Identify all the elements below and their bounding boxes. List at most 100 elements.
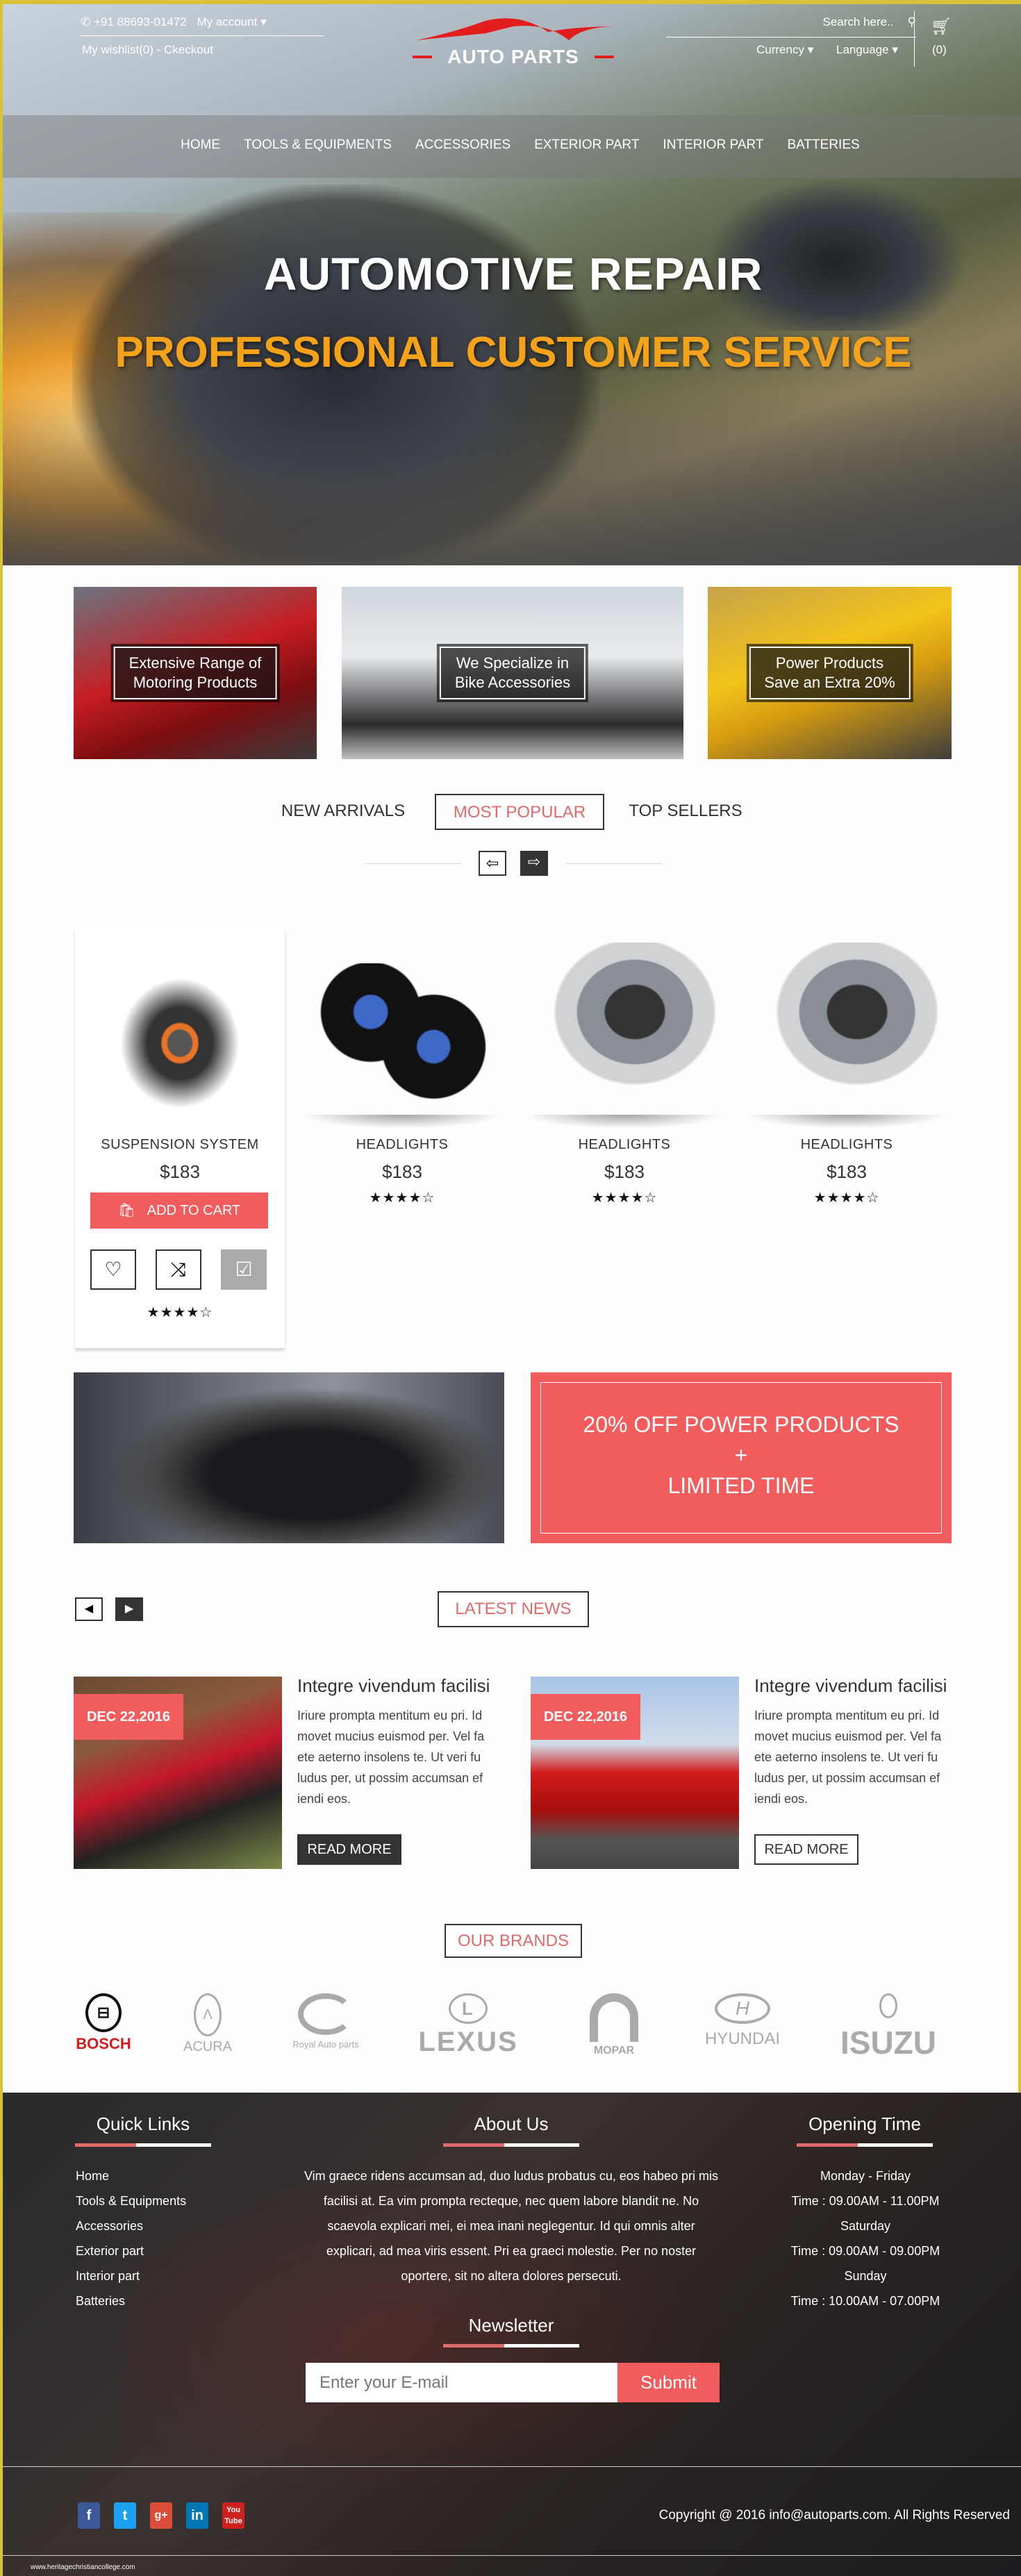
footer-link[interactable]: Tools & Equipments (76, 2188, 186, 2213)
opening-hours-list: Monday - Friday Time : 09.00AM - 11.00PM S… (781, 2163, 950, 2313)
tab-most-popular[interactable]: MOST POPULAR (435, 794, 604, 830)
quick-view-check-icon[interactable]: ☑ (221, 1249, 267, 1290)
product-name[interactable]: HEADLIGHTS (520, 1137, 729, 1153)
read-more-button[interactable]: READ MORE (754, 1834, 858, 1865)
product-card[interactable]: SUSPENSION SYSTEM $183 🛍︎ ADD TO CART ♡ … (75, 929, 285, 1348)
brand-logo-lexus[interactable]: L LEXUS (402, 1993, 534, 2063)
divider (565, 863, 663, 864)
hero-title: AUTOMOTIVE REPAIR (263, 248, 763, 299)
sports-car-banner[interactable] (74, 1372, 504, 1543)
divider (364, 863, 461, 864)
add-to-cart-label: ADD TO CART (147, 1203, 241, 1218)
news-image-motorcycle[interactable]: DEC 22,2016 (74, 1677, 282, 1869)
quick-links-heading: Quick Links (96, 2113, 190, 2134)
my-account-label: My account (197, 15, 258, 28)
product-name[interactable]: SUSPENSION SYSTEM (75, 1137, 285, 1153)
news-text: Iriure prompta mentitum eu pri. Id movet… (754, 1709, 942, 1806)
tab-top-sellers[interactable]: TOP SELLERS (621, 794, 750, 830)
product-price: $183 (160, 1161, 200, 1182)
product-card[interactable]: HEADLIGHTS $183 ★★★★☆ (742, 929, 952, 1348)
promo-power[interactable]: Power Products Save an Extra 20% (708, 587, 952, 759)
heading-underline (443, 2344, 579, 2348)
opening-hours-line: Saturday (840, 2219, 891, 2233)
about-us-text: Vim graece ridens accumsan ad, duo ludus… (304, 2169, 718, 2283)
brand-logo-bosch[interactable]: ⊟ BOSCH (72, 1993, 135, 2063)
opening-hours-line: Time : 09.00AM - 09.00PM (790, 2244, 940, 2258)
currency-label: Currency (756, 43, 804, 56)
linkedin-icon[interactable]: in (186, 2502, 208, 2529)
news-title[interactable]: Integre vivendum facilisi (297, 1675, 490, 1697)
opening-hours-line: Time : 09.00AM - 11.00PM (791, 2194, 940, 2208)
quick-links-list: Home Tools & Equipments Accessories Exterio… (76, 2163, 186, 2313)
product-image-turbo[interactable] (742, 942, 952, 1116)
footer-link[interactable]: Home (76, 2163, 186, 2188)
brand-logo-royal-auto-parts[interactable]: Royal Auto parts (281, 1993, 371, 2063)
offer-banner[interactable]: 20% OFF POWER PRODUCTS + LIMITED TIME (531, 1372, 952, 1543)
product-card[interactable]: HEADLIGHTS $183 ★★★★☆ (520, 929, 729, 1348)
caret-down-icon: ▾ (260, 15, 267, 28)
wishlist-checkout-link[interactable]: My wishlist(0) - Ckeckout (82, 43, 213, 57)
newsletter-submit-button[interactable]: Submit (617, 2363, 720, 2402)
facebook-icon[interactable]: f (78, 2502, 100, 2529)
product-image-suspension[interactable] (75, 929, 285, 1137)
compare-shuffle-icon[interactable]: ⤨ (156, 1249, 201, 1290)
search-box[interactable]: Search here.. ⚲ (666, 15, 916, 38)
news-image-red-car[interactable]: DEC 22,2016 (531, 1677, 739, 1869)
star-rating: ★★★★☆ (813, 1190, 880, 1206)
hero-subtitle: PROFESSIONAL CUSTOMER SERVICE (115, 329, 912, 376)
nav-item-accessories[interactable]: ACCESSORIES (415, 138, 510, 152)
tab-new-arrivals[interactable]: NEW ARRIVALS (275, 794, 411, 830)
next-arrow-button[interactable]: ⇨ (520, 851, 548, 876)
star-rating: ★★★★☆ (369, 1190, 435, 1206)
cart-count[interactable]: (0) (932, 43, 947, 57)
promo-label: Extensive Range of Motoring Products (110, 644, 280, 702)
nav-item-home[interactable]: HOME (181, 138, 220, 152)
footer-link[interactable]: Accessories (76, 2213, 186, 2238)
news-title[interactable]: Integre vivendum facilisi (754, 1675, 947, 1697)
promo-label: Power Products Save an Extra 20% (746, 644, 913, 702)
nav-item-batteries[interactable]: BATTERIES (788, 138, 860, 152)
read-more-button[interactable]: READ MORE (297, 1834, 401, 1865)
search-icon[interactable]: ⚲ (908, 15, 916, 28)
news-prev-button[interactable]: ◀ (75, 1597, 103, 1621)
google-plus-icon[interactable]: g+ (150, 2502, 172, 2529)
promo-bike[interactable]: We Specialize in Bike Accessories (342, 587, 683, 759)
our-brands-heading: OUR BRANDS (445, 1924, 582, 1958)
footer-link[interactable]: Exterior part (76, 2238, 186, 2263)
news-next-button[interactable]: ▶ (115, 1597, 143, 1621)
heading-underline (443, 2143, 579, 2147)
nav-item-exterior-part[interactable]: EXTERIOR PART (534, 138, 639, 152)
product-name[interactable]: HEADLIGHTS (742, 1137, 952, 1153)
wishlist-heart-icon[interactable]: ♡ (90, 1249, 136, 1290)
footer-link[interactable]: Interior part (76, 2263, 186, 2288)
search-input[interactable]: Search here.. (822, 15, 893, 28)
logo[interactable]: AUTO PARTS (409, 13, 617, 68)
language-dropdown[interactable]: Language ▾ (836, 43, 898, 57)
brand-logo-mopar[interactable]: MOPAR (579, 1993, 649, 2063)
image-shadow (745, 1115, 947, 1129)
youtube-icon[interactable]: You Tube (222, 2502, 244, 2529)
prev-arrow-button[interactable]: ⇦ (479, 851, 506, 876)
product-price: $183 (827, 1161, 867, 1182)
newsletter-email-input[interactable] (306, 2363, 617, 2402)
nav-item-interior-part[interactable]: INTERIOR PART (663, 138, 764, 152)
hero-image-road (3, 393, 1021, 565)
twitter-icon[interactable]: t (114, 2502, 136, 2529)
footer-link[interactable]: Batteries (76, 2288, 186, 2313)
product-image-headlights[interactable] (297, 963, 507, 1102)
topbar-left: ✆ +91 88693-01472 My account ▾ (81, 15, 324, 36)
product-card[interactable]: HEADLIGHTS $183 ★★★★☆ (297, 929, 507, 1348)
cart-icon[interactable]: 🛒︎ (931, 17, 952, 37)
brand-logo-hyundai[interactable]: H HYUNDAI (694, 1993, 791, 2063)
news-date: DEC 22,2016 (74, 1694, 183, 1740)
promo-motoring[interactable]: Extensive Range of Motoring Products (74, 587, 317, 759)
nav-item-tools-equipments[interactable]: TOOLS & EQUIPMENTS (244, 138, 392, 152)
divider (3, 2466, 1021, 2467)
my-account-dropdown[interactable]: My account ▾ (197, 15, 267, 28)
brand-logo-isuzu[interactable]: ISUZU (826, 1993, 951, 2063)
add-to-cart-button[interactable]: 🛍︎ ADD TO CART (90, 1193, 268, 1229)
currency-dropdown[interactable]: Currency ▾ (756, 43, 813, 57)
product-name[interactable]: HEADLIGHTS (297, 1137, 507, 1153)
product-image-turbo[interactable] (520, 942, 729, 1116)
brand-logo-acura[interactable]: Λ ACURA (169, 1993, 246, 2063)
